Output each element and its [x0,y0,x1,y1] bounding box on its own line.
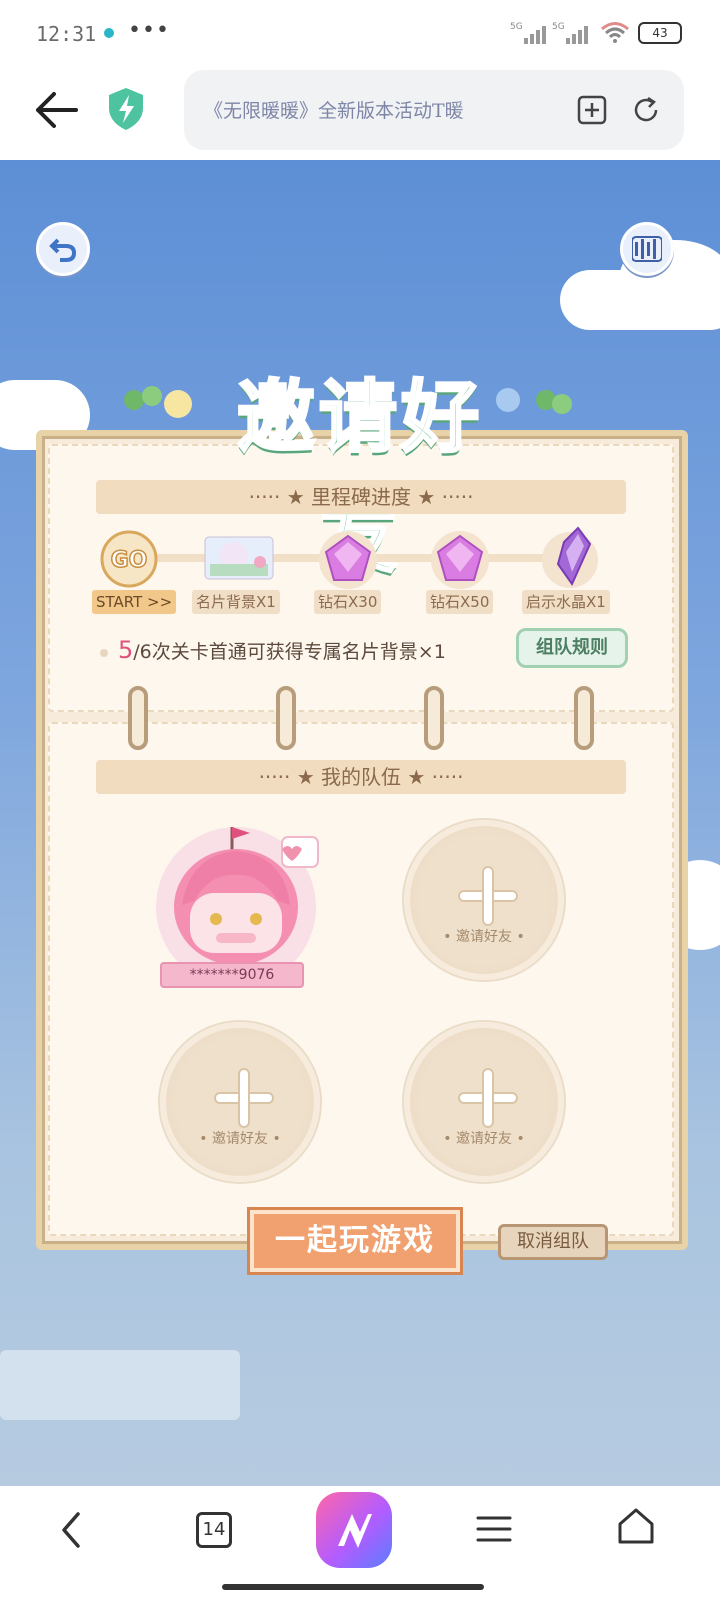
binder-ring [276,686,296,750]
crystal-icon [542,526,598,588]
browser-toolbar: 《无限暖暖》全新版本活动T暖 [0,66,720,160]
invite-slot-label: • 邀请好友 • [443,1131,525,1147]
security-shield-icon[interactable] [106,86,146,132]
binder-ring [128,686,148,750]
milestone-label: 启示水晶X1 [522,590,610,614]
milestone-crystal[interactable] [540,524,600,594]
add-bookmark-icon[interactable] [576,94,608,126]
go-badge-icon: GO [100,530,158,588]
title-banner: 邀请好友 [210,198,510,585]
milestone-diamond-50[interactable] [430,530,490,594]
network-type-label: 5G [510,22,523,32]
bottom-navigation: 14 [0,1486,720,1600]
card-background-icon [204,536,274,580]
network-type-label-2: 5G [552,22,565,32]
invite-slot-label: • 邀请好友 • [443,929,525,945]
invite-slot-button[interactable]: • 邀请好友 • [404,1022,564,1182]
plus-icon [484,1070,492,1126]
signal-icon-2: 5G [552,22,588,44]
binder-ring [574,686,594,750]
status-bar: 12:31 ••• 5G 5G 43 [0,0,720,66]
battery-level: 43 [652,26,668,40]
team-section [48,722,674,1236]
diamond-icon [319,531,377,589]
milestone-label: START >> [92,590,177,614]
reload-icon[interactable] [630,94,662,126]
signal-icon: 5G [510,22,546,44]
invite-slot-label: • 邀请好友 • [199,1131,281,1147]
page-heading: 邀请好友 [235,372,483,585]
member-id-label: *******9076 [160,962,304,988]
team-header: ····· ★ 我的队伍 ★ ····· [96,760,626,794]
home-icon[interactable] [616,1506,656,1546]
diamond-icon [431,531,489,589]
home-indicator[interactable] [222,1584,484,1590]
milestone-header: ····· ★ 里程碑进度 ★ ····· [96,480,626,514]
milestone-card-background[interactable] [204,536,274,584]
ai-logo-icon [338,1514,372,1548]
milestone-label: 钻石X50 [426,590,494,614]
music-toggle-button[interactable] [620,222,674,276]
address-bar[interactable]: 《无限暖暖》全新版本活动T暖 [184,70,684,150]
plus-icon [240,1070,248,1126]
milestone-diamond-30[interactable] [318,530,378,594]
more-notifications-icon: ••• [128,18,170,43]
sound-bars-icon [632,236,662,262]
play-together-button[interactable]: 一起玩游戏 [250,1210,460,1272]
menu-icon[interactable] [476,1514,512,1544]
battery-icon: 43 [638,22,682,44]
milestone-label: 名片背景X1 [192,590,280,614]
invite-slot-button[interactable]: • 邀请好友 • [404,820,564,980]
progress-label: /6次关卡首通可获得专属名片背景×1 [133,641,446,663]
clover-decoration-icon [124,386,192,418]
wifi-icon [601,22,629,43]
svg-text:GO: GO [111,548,148,573]
ai-assistant-button[interactable] [316,1492,392,1568]
pixel-cloud [0,1350,240,1420]
return-button[interactable] [36,222,90,276]
progress-description: 5/6次关卡首通可获得专属名片背景×1 [100,636,446,664]
invite-slot-button[interactable]: • 邀请好友 • [160,1022,320,1182]
milestone-start[interactable]: GO [100,530,158,592]
undo-arrow-icon [49,238,77,262]
status-time: 12:31 [36,22,97,46]
milestone-label: 钻石X30 [314,590,382,614]
notification-dot-icon [104,28,114,38]
tabs-button[interactable]: 14 [196,1512,232,1548]
nav-back-icon[interactable] [56,1510,86,1550]
progress-count: 5 [118,636,134,664]
cancel-team-button[interactable]: 取消组队 [498,1224,608,1260]
team-rules-button[interactable]: 组队规则 [516,628,628,668]
plus-icon [484,868,492,924]
back-arrow-icon[interactable] [30,88,80,132]
binder-ring [424,686,444,750]
